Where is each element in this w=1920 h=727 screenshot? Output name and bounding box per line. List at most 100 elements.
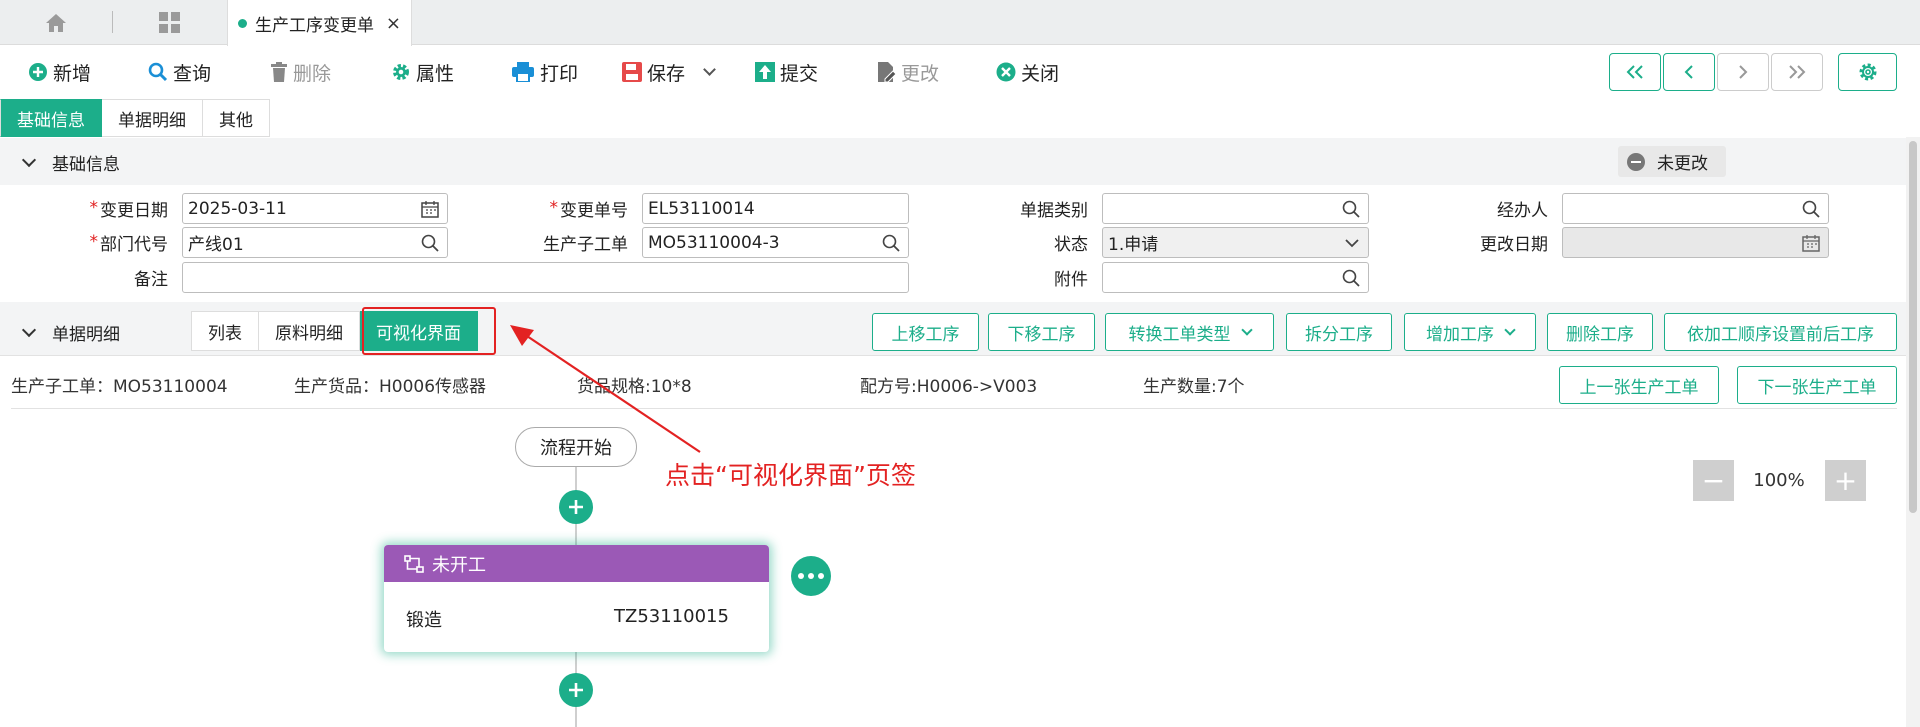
submit-button[interactable]: 提交 xyxy=(755,46,818,98)
active-dot-icon xyxy=(238,18,247,28)
delete-button[interactable]: 删除 xyxy=(270,46,331,98)
plus-circle-icon xyxy=(29,63,47,81)
split-process-button[interactable]: 拆分工序 xyxy=(1286,313,1392,351)
record-navigation xyxy=(1609,53,1824,91)
handler-input[interactable] xyxy=(1562,193,1829,224)
close-label: 关闭 xyxy=(1021,62,1060,85)
search-icon xyxy=(1802,200,1820,218)
delete-label: 删除 xyxy=(293,62,332,85)
attachment-input[interactable] xyxy=(1102,262,1369,293)
change-date-input[interactable]: 2025-03-11 xyxy=(182,193,448,224)
edit-document-icon xyxy=(878,62,896,82)
delete-process-button[interactable]: 删除工序 xyxy=(1547,313,1653,351)
more-options-button[interactable] xyxy=(791,556,831,596)
add-node-button[interactable] xyxy=(559,673,593,707)
dept-code-input[interactable]: 产线01 xyxy=(182,227,448,258)
modify-button[interactable]: 更改 xyxy=(876,46,939,98)
tab-other[interactable]: 其他 xyxy=(203,99,270,137)
remark-input[interactable] xyxy=(182,262,909,293)
add-node-button[interactable] xyxy=(559,490,593,524)
grid-icon[interactable] xyxy=(150,0,190,45)
app-window: 生产工序变更单 × 新增 查询 删除 属性 打印 保存 提交 更改 关闭 基础信… xyxy=(0,0,1920,727)
save-dropdown-chevron-icon[interactable] xyxy=(703,62,716,76)
annotation-text: 点击“可视化界面”页签 xyxy=(665,461,916,490)
chevron-down-icon xyxy=(1240,323,1253,336)
info-goods: 生产货品：H0006传感器 xyxy=(294,377,487,397)
tab-list[interactable]: 列表 xyxy=(191,311,259,351)
calendar-icon xyxy=(421,201,439,218)
collapse-chevron-icon xyxy=(21,322,37,338)
gear-icon xyxy=(393,64,409,80)
sub-order-input[interactable]: MO53110004-3 xyxy=(642,227,909,258)
workflow-icon xyxy=(404,554,424,573)
collapse-chevron-icon xyxy=(21,152,37,168)
modify-label: 更改 xyxy=(901,62,940,85)
calendar-icon xyxy=(1802,235,1820,252)
query-label: 查询 xyxy=(173,62,212,85)
print-button[interactable]: 打印 xyxy=(511,46,578,98)
remark-label: 备注 xyxy=(134,269,168,290)
first-record-button[interactable] xyxy=(1609,53,1661,91)
vertical-scrollbar[interactable] xyxy=(1906,137,1920,727)
set-process-order-button[interactable]: 依加工顺序设置前后工序 xyxy=(1664,313,1897,351)
detail-title: 单据明细 xyxy=(52,325,120,345)
modify-date-label: 更改日期 xyxy=(1480,234,1548,255)
properties-button[interactable]: 属性 xyxy=(391,46,454,98)
prev-record-button[interactable] xyxy=(1663,53,1715,91)
chevron-left-icon xyxy=(1684,65,1693,79)
annotation-arrow-icon xyxy=(510,325,701,453)
process-code: TZ53110015 xyxy=(614,606,729,627)
change-no-input[interactable]: EL53110014 xyxy=(642,193,909,224)
move-up-process-button[interactable]: 上移工序 xyxy=(872,313,979,351)
state-select[interactable]: 1.申请 xyxy=(1102,227,1369,258)
settings-button[interactable] xyxy=(1838,53,1897,91)
properties-label: 属性 xyxy=(416,62,455,85)
zoom-out-button[interactable]: − xyxy=(1693,460,1734,501)
save-label: 保存 xyxy=(647,62,686,85)
double-chevron-left-icon xyxy=(1626,65,1643,79)
info-qty: 生产数量:7个 xyxy=(1143,377,1245,397)
chevron-down-icon xyxy=(1345,239,1359,248)
chevron-down-icon xyxy=(1504,323,1516,336)
tab-production-process-change[interactable]: 生产工序变更单 × xyxy=(227,0,412,46)
next-record-button[interactable] xyxy=(1717,53,1769,91)
convert-order-type-button[interactable]: 转换工单类型 xyxy=(1105,313,1274,351)
modify-date-input[interactable] xyxy=(1562,227,1829,258)
detail-toggle[interactable]: 单据明细 xyxy=(21,320,120,345)
tab-basic-info[interactable]: 基础信息 xyxy=(0,99,102,137)
info-sub-order: 生产子工单：MO53110004 xyxy=(11,377,228,397)
zoom-in-button[interactable]: + xyxy=(1825,460,1866,501)
tab-material-details[interactable]: 原料明细 xyxy=(259,311,360,351)
status-badge-text: 未更改 xyxy=(1657,154,1708,174)
info-recipe: 配方号:H0006->V003 xyxy=(860,377,1038,397)
last-record-button[interactable] xyxy=(1771,53,1823,91)
handler-label: 经办人 xyxy=(1497,200,1548,221)
double-chevron-right-icon xyxy=(1789,65,1806,79)
scrollbar-thumb[interactable] xyxy=(1909,141,1917,513)
close-tab-icon[interactable]: × xyxy=(386,13,401,34)
attachment-label: 附件 xyxy=(1054,269,1088,290)
search-icon xyxy=(882,234,900,252)
new-button[interactable]: 新增 xyxy=(28,46,91,98)
query-button[interactable]: 查询 xyxy=(148,46,211,98)
doc-type-input[interactable] xyxy=(1102,193,1369,224)
move-down-process-button[interactable]: 下移工序 xyxy=(988,313,1095,351)
detail-header-divider xyxy=(0,355,1906,356)
search-icon xyxy=(1342,269,1360,287)
section-tabs: 基础信息 单据明细 其他 xyxy=(0,99,270,137)
doc-type-label: 单据类别 xyxy=(1020,200,1088,221)
basic-info-toggle[interactable]: 基础信息 xyxy=(21,150,120,175)
prev-production-order-button[interactable]: 上一张生产工单 xyxy=(1559,366,1719,404)
save-button[interactable]: 保存 xyxy=(622,46,716,98)
more-dots-icon xyxy=(798,573,804,579)
next-production-order-button[interactable]: 下一张生产工单 xyxy=(1737,366,1897,404)
process-card[interactable]: 未开工 锻造 TZ53110015 xyxy=(384,545,769,652)
tab-document-details[interactable]: 单据明细 xyxy=(102,99,203,137)
add-process-button[interactable]: 增加工序 xyxy=(1404,313,1536,351)
home-icon[interactable] xyxy=(36,0,76,45)
minus-circle-icon xyxy=(1627,152,1645,171)
print-label: 打印 xyxy=(540,62,579,85)
change-date-label: * 变更日期 xyxy=(89,198,169,221)
close-circle-icon xyxy=(996,62,1016,82)
close-button[interactable]: 关闭 xyxy=(996,46,1059,98)
